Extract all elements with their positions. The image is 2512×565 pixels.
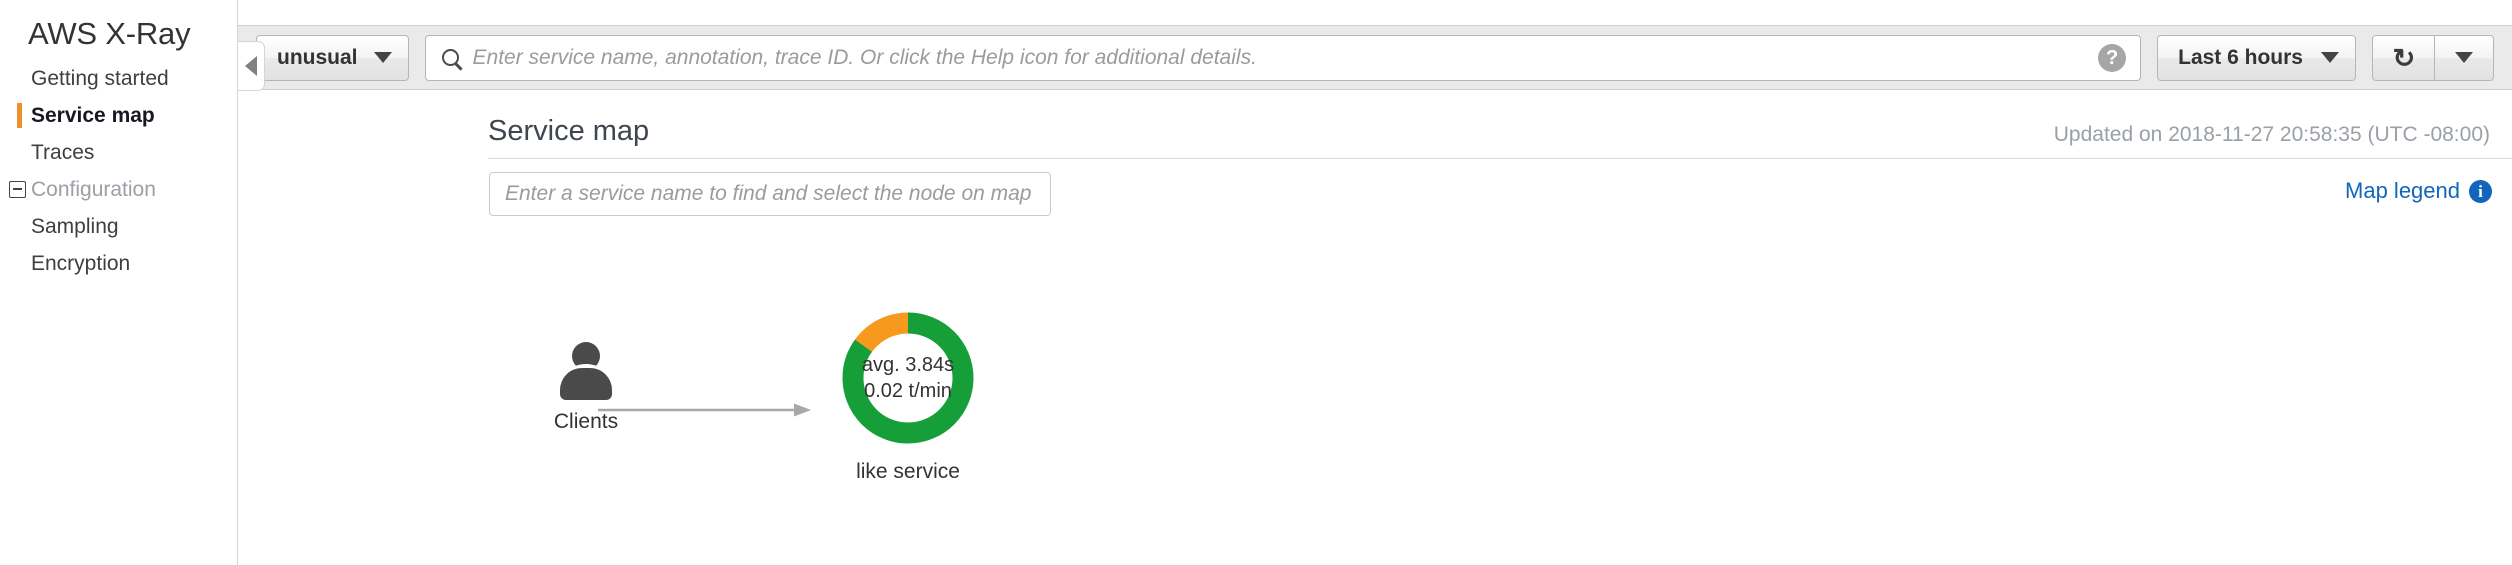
- sidebar-item-label: Service map: [31, 103, 155, 127]
- chevron-down-icon: [373, 52, 392, 63]
- minus-square-icon[interactable]: [9, 181, 26, 198]
- header-divider: [488, 158, 2512, 159]
- sidebar-group-label: Configuration: [31, 177, 156, 201]
- triangle-left-icon: [245, 56, 257, 76]
- map-node-like-service[interactable]: avg. 3.84s 0.02 t/min like service: [815, 308, 1001, 484]
- filter-toolbar: unusual Enter service name, annotation, …: [238, 25, 2512, 90]
- sidebar-item-label: Traces: [31, 140, 95, 164]
- chevron-down-icon: [2455, 52, 2473, 63]
- chevron-down-icon: [2321, 52, 2339, 63]
- help-icon[interactable]: ?: [2098, 43, 2127, 72]
- health-donut-chart[interactable]: avg. 3.84s 0.02 t/min: [838, 308, 978, 448]
- sidebar-item-traces[interactable]: Traces: [0, 134, 237, 171]
- sidebar-item-label: Encryption: [31, 251, 131, 275]
- time-range-label: Last 6 hours: [2178, 45, 2303, 69]
- refresh-button[interactable]: ↻: [2372, 34, 2434, 81]
- map-legend-link[interactable]: Map legend i: [2345, 178, 2492, 204]
- sidebar-item-sampling[interactable]: Sampling: [0, 208, 237, 245]
- sidebar-group-configuration[interactable]: Configuration: [0, 171, 237, 208]
- last-updated-timestamp: Updated on 2018-11-27 20:58:35 (UTC -08:…: [2053, 122, 2490, 146]
- aws-xray-console: AWS X-Ray Getting started Service map Tr…: [0, 0, 2512, 565]
- refresh-button-group: ↻: [2372, 34, 2494, 81]
- sidebar: AWS X-Ray Getting started Service map Tr…: [0, 0, 238, 565]
- search-input-placeholder: Enter service name, annotation, trace ID…: [472, 45, 1257, 69]
- sidebar-item-label: Sampling: [31, 214, 119, 238]
- arrow-right-icon: [598, 403, 811, 417]
- page-header: Service map Updated on 2018-11-27 20:58:…: [488, 100, 2512, 146]
- refresh-options-dropdown[interactable]: [2434, 34, 2494, 81]
- person-icon: [558, 342, 614, 400]
- filter-preset-dropdown[interactable]: unusual: [256, 34, 409, 81]
- search-icon: [441, 49, 459, 66]
- donut-svg: [842, 312, 974, 444]
- refresh-icon: ↻: [2392, 42, 2415, 73]
- page-title: Service map: [488, 115, 650, 147]
- filter-preset-label: unusual: [277, 45, 358, 69]
- map-node-service-label: like service: [856, 460, 960, 483]
- info-icon: i: [2469, 179, 2492, 203]
- main-content: unusual Enter service name, annotation, …: [238, 0, 2512, 565]
- sidebar-item-service-map[interactable]: Service map: [0, 97, 237, 134]
- search-input[interactable]: Enter service name, annotation, trace ID…: [424, 34, 2142, 81]
- map-node-clients[interactable]: Clients: [508, 342, 664, 434]
- active-indicator-bar: [17, 103, 22, 128]
- sidebar-item-label: Getting started: [31, 66, 169, 90]
- sidebar-item-encryption[interactable]: Encryption: [0, 245, 237, 282]
- time-range-dropdown[interactable]: Last 6 hours: [2157, 34, 2356, 81]
- find-node-input[interactable]: Enter a service name to find and select …: [489, 172, 1051, 216]
- find-node-placeholder: Enter a service name to find and select …: [505, 182, 1032, 205]
- map-legend-label: Map legend: [2345, 178, 2460, 203]
- sidebar-item-getting-started[interactable]: Getting started: [0, 60, 237, 97]
- sidebar-collapse-toggle[interactable]: [238, 41, 265, 91]
- service-map-canvas[interactable]: Clients avg. 3.84s 0.02 t/min like servi…: [488, 220, 2512, 565]
- app-brand-title: AWS X-Ray: [28, 16, 191, 51]
